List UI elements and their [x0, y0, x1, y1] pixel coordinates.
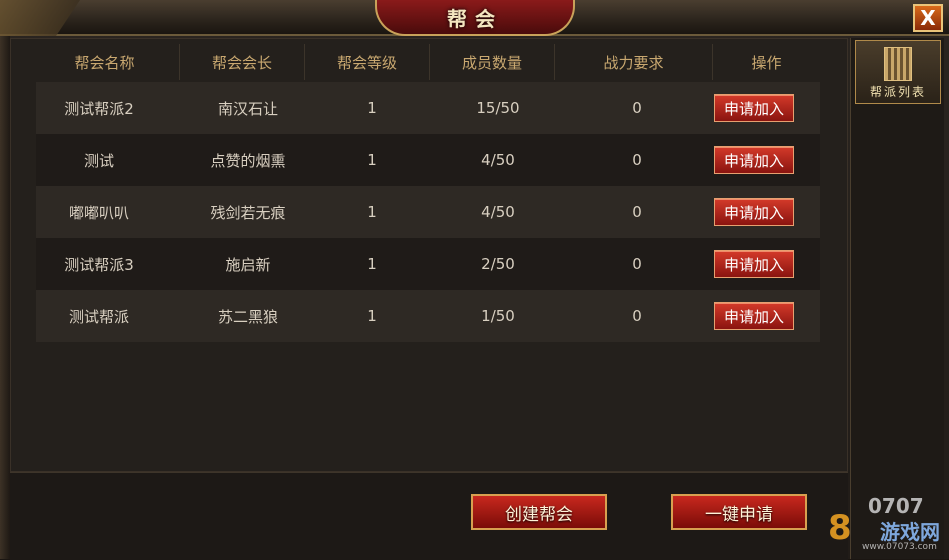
watermark-logo: 8 — [828, 508, 852, 548]
guild-level: 1 — [367, 203, 377, 221]
guild-leader: 南汉石让 — [217, 99, 278, 118]
power-requirement: 0 — [632, 255, 642, 273]
title-bar: 帮会 X — [0, 0, 949, 36]
guild-leader: 施启新 — [225, 255, 271, 274]
create-guild-button[interactable]: 创建帮会 — [471, 494, 607, 530]
col-power-requirement: 战力要求 — [555, 44, 713, 80]
col-action: 操作 — [751, 53, 782, 72]
book-icon — [884, 47, 912, 81]
tab-guild-list[interactable]: 帮派列表 — [855, 40, 941, 104]
apply-join-button[interactable]: 申请加入 — [714, 146, 794, 174]
apply-join-button[interactable]: 申请加入 — [714, 250, 794, 278]
power-requirement: 0 — [632, 203, 642, 221]
guild-level: 1 — [367, 307, 377, 325]
power-requirement: 0 — [632, 151, 642, 169]
apply-all-button[interactable]: 一键申请 — [671, 494, 807, 530]
col-guild-leader: 帮会会长 — [180, 44, 305, 80]
apply-join-button[interactable]: 申请加入 — [714, 198, 794, 226]
member-count: 4/50 — [481, 151, 515, 169]
window-title: 帮会 — [375, 0, 575, 36]
power-requirement: 0 — [632, 307, 642, 325]
table-row: 测试帮派2 南汉石让 1 15/50 0 申请加入 — [36, 82, 820, 134]
power-requirement: 0 — [632, 99, 642, 117]
guild-leader: 点赞的烟熏 — [210, 151, 286, 170]
col-guild-name: 帮会名称 — [30, 44, 180, 80]
guild-name: 测试帮派3 — [64, 255, 134, 274]
guild-leader: 残剑若无痕 — [210, 203, 286, 222]
guild-window: 帮会 X 帮派列表 帮会名称 帮会会长 帮会等级 成员数量 战力要求 操作 测试… — [0, 0, 949, 560]
apply-join-button[interactable]: 申请加入 — [714, 94, 794, 122]
table-row: 测试帮派 苏二黑狼 1 1/50 0 申请加入 — [36, 290, 820, 342]
watermark-number: 0707 — [868, 494, 924, 518]
table-row: 测试帮派3 施启新 1 2/50 0 申请加入 — [36, 238, 820, 290]
member-count: 2/50 — [481, 255, 515, 273]
guild-name: 测试 — [83, 151, 114, 170]
col-guild-level: 帮会等级 — [305, 44, 430, 80]
site-watermark: 0707 8 游戏网 www.07073.com — [828, 492, 946, 554]
guild-level: 1 — [367, 99, 377, 117]
left-border — [0, 36, 10, 559]
table-row: 测试 点赞的烟熏 1 4/50 0 申请加入 — [36, 134, 820, 186]
member-count: 1/50 — [481, 307, 515, 325]
guild-level: 1 — [367, 255, 377, 273]
guild-leader: 苏二黑狼 — [217, 307, 278, 326]
guild-name: 嘟嘟叭叭 — [68, 203, 129, 222]
close-button[interactable]: X — [913, 4, 943, 32]
tab-guild-list-label: 帮派列表 — [869, 85, 926, 99]
guild-name: 测试帮派2 — [64, 99, 134, 118]
watermark-url: www.07073.com — [862, 542, 937, 552]
guild-name: 测试帮派 — [68, 307, 129, 326]
col-member-count: 成员数量 — [430, 44, 555, 80]
member-count: 4/50 — [481, 203, 515, 221]
corner-ornament — [0, 0, 80, 36]
watermark-text: 游戏网 — [880, 520, 940, 544]
apply-join-button[interactable]: 申请加入 — [714, 302, 794, 330]
member-count: 15/50 — [476, 99, 520, 117]
table-header: 帮会名称 帮会会长 帮会等级 成员数量 战力要求 操作 — [30, 44, 820, 80]
side-panel: 帮派列表 — [850, 38, 944, 559]
guild-level: 1 — [367, 151, 377, 169]
guild-table-body: 测试帮派2 南汉石让 1 15/50 0 申请加入 测试 点赞的烟熏 1 4/5… — [36, 82, 820, 342]
table-row: 嘟嘟叭叭 残剑若无痕 1 4/50 0 申请加入 — [36, 186, 820, 238]
